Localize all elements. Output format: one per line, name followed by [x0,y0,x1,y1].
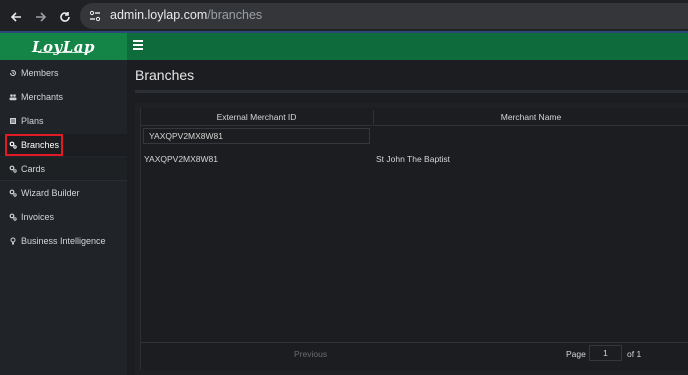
cogs-icon [9,189,17,197]
page-label: Page [566,349,586,359]
reload-icon[interactable] [54,6,76,28]
address-bar[interactable]: admin.loylap.com/branches [80,3,688,29]
sidebar-item-label: Business Intelligence [21,236,106,246]
page-total-label: of 1 [627,349,642,359]
sidebar-divider [0,180,127,181]
logo[interactable]: LoyLap [0,33,127,60]
forward-arrow-icon[interactable] [30,6,52,28]
site-settings-icon[interactable] [88,9,102,23]
table-cell-external-id[interactable]: YAXQPV2MX8W81 [144,154,218,164]
cogs-icon [9,165,17,173]
column-header-merchant-name[interactable]: Merchant Name [373,110,688,126]
table-cell-merchant-name[interactable]: St John The Baptist [376,154,450,164]
page-title: Branches [135,67,195,83]
sidebar-item-label: Invoices [21,212,55,222]
history-icon [9,69,17,77]
external-merchant-id-filter-input[interactable]: YAXQPV2MX8W81 [143,128,370,144]
list-icon [9,117,17,125]
sidebar-item-members[interactable]: Members [0,62,127,84]
logo-underline [38,52,90,53]
sidebar-item-business-intelligence[interactable]: Business Intelligence [0,230,127,252]
sidebar-item-label: Plans [21,116,44,126]
sidebar-item-label: Cards [21,164,46,174]
browser-toolbar: admin.loylap.com/branches [0,0,688,32]
cogs-icon [9,213,17,221]
users-icon [9,93,17,101]
sidebar-item-label: Merchants [21,92,64,102]
page-number-input[interactable]: 1 [589,345,622,361]
grid-body [140,108,688,370]
sidebar-item-label: Members [21,68,59,78]
previous-button[interactable]: Previous [294,349,327,359]
lightbulb-icon [9,237,17,245]
hamburger-menu-icon[interactable] [133,40,143,50]
column-header-external-merchant-id[interactable]: External Merchant ID [141,110,372,126]
sidebar-item-label: Wizard Builder [21,188,80,198]
sidebar-item-plans[interactable]: Plans [0,110,127,132]
sidebar-item-invoices[interactable]: Invoices [0,206,127,228]
sidebar-item-merchants[interactable]: Merchants [0,86,127,108]
back-arrow-icon[interactable] [5,6,27,28]
title-divider [135,90,688,93]
url-text: admin.loylap.com/branches [110,8,263,22]
highlight-box [5,134,63,156]
sidebar-item-cards[interactable]: Cards [0,158,127,180]
sidebar-item-wizard-builder[interactable]: Wizard Builder [0,182,127,204]
